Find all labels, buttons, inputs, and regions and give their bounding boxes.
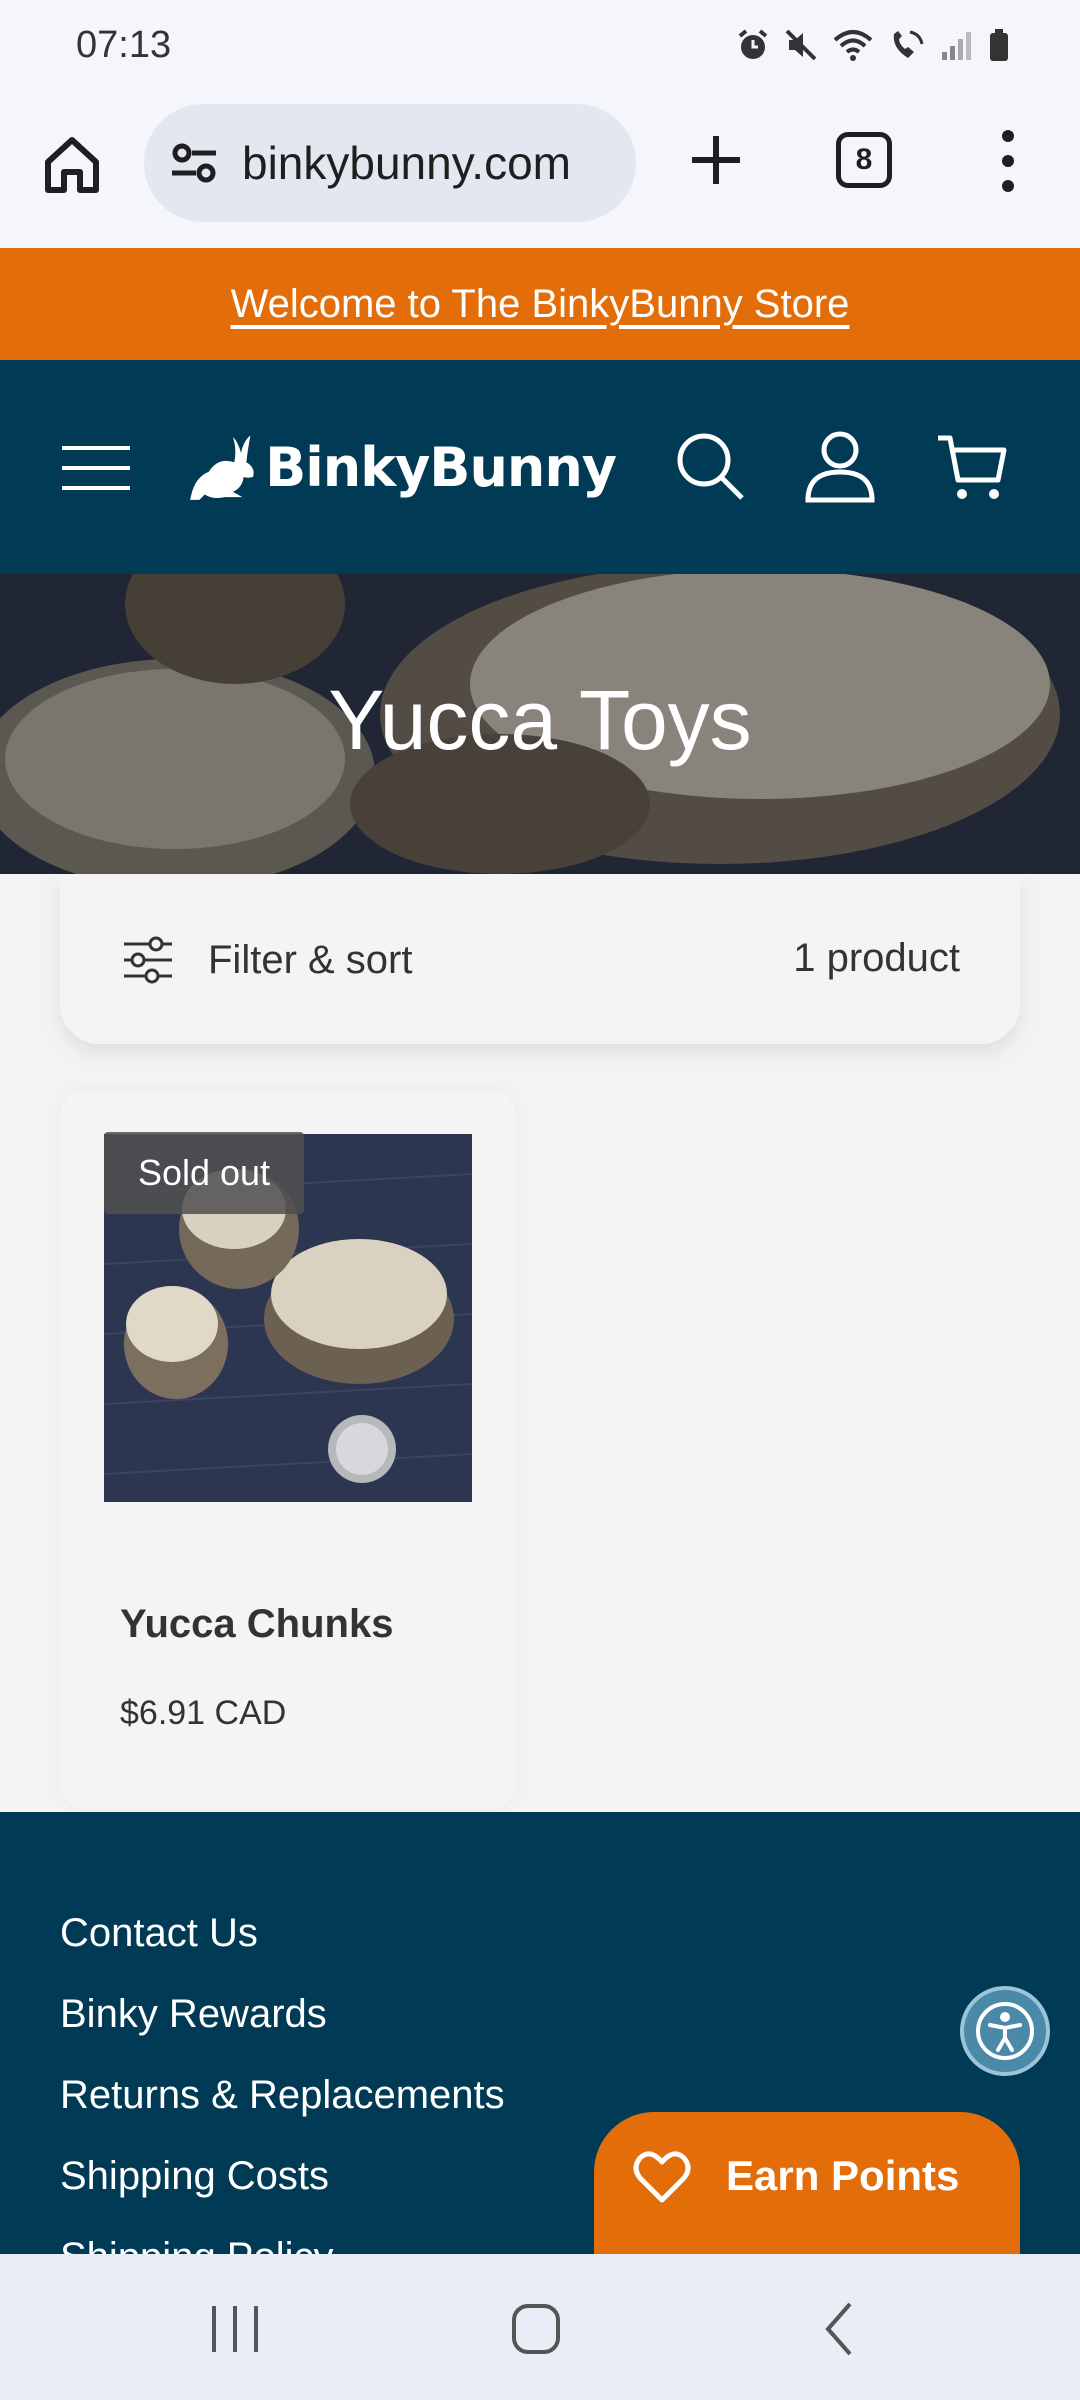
bunny-logo-icon [190, 435, 254, 500]
announcement-link[interactable]: Welcome to The BinkyBunny Store [231, 282, 850, 327]
product-count: 1 product [793, 936, 960, 980]
product-card[interactable]: Sold out Yucca Chunks $6.91 CAD [60, 1090, 516, 1810]
site-logo[interactable]: BinkyBunny [186, 412, 617, 522]
status-bar: 07:13 [0, 0, 1080, 96]
earn-points-button[interactable]: Earn Points [594, 2112, 1020, 2272]
filter-bar: Filter & sort 1 product [60, 874, 1020, 1044]
heart-icon [633, 2151, 691, 2203]
back-icon[interactable] [804, 2294, 874, 2364]
account-icon[interactable] [802, 428, 878, 504]
signal-icon [942, 32, 971, 60]
address-bar[interactable]: binkybunny.com [144, 104, 636, 222]
battery-icon [990, 29, 1008, 61]
sold-out-badge: Sold out [104, 1132, 304, 1214]
home-nav-icon[interactable] [500, 2294, 570, 2364]
page-title: Yucca Toys [328, 673, 752, 767]
filter-sort-label[interactable]: Filter & sort [208, 938, 412, 983]
more-options-icon[interactable] [988, 126, 1028, 196]
product-price: $6.91 CAD [120, 1694, 287, 1732]
filter-sort-button[interactable]: Filter & sort [122, 930, 412, 990]
wifi-calling-icon [893, 30, 924, 58]
collection-hero: Yucca Toys [0, 574, 1080, 874]
footer-link-shipping-policy[interactable]: Shipping Policy [60, 2232, 505, 2254]
accessibility-icon [976, 2002, 1034, 2060]
alarm-icon [738, 29, 768, 59]
url-text[interactable]: binkybunny.com [242, 136, 571, 190]
status-icons [736, 28, 1010, 62]
announcement-bar: Welcome to The BinkyBunny Store [0, 248, 1080, 360]
search-icon[interactable] [672, 428, 748, 504]
system-nav-bar [0, 2254, 1080, 2400]
new-tab-icon[interactable] [684, 128, 748, 192]
accessibility-button[interactable] [960, 1986, 1050, 2076]
footer-link-rewards[interactable]: Binky Rewards [60, 1989, 505, 2070]
cart-icon[interactable] [934, 428, 1010, 504]
logo-text: BinkyBunny [265, 435, 617, 499]
filter-sliders-icon [124, 936, 172, 984]
footer-links: Contact Us Binky Rewards Returns & Repla… [60, 1908, 505, 2254]
footer-link-returns[interactable]: Returns & Replacements [60, 2070, 505, 2151]
wifi-icon [833, 30, 873, 61]
home-icon[interactable] [40, 132, 104, 196]
earn-points-label[interactable]: Earn Points [726, 2152, 959, 2200]
browser-toolbar: binkybunny.com 8 [0, 96, 1080, 248]
footer-link-shipping-costs[interactable]: Shipping Costs [60, 2151, 505, 2232]
site-header: BinkyBunny [0, 360, 1080, 574]
status-time: 07:13 [76, 24, 172, 66]
mute-icon [785, 29, 817, 61]
recent-apps-icon[interactable] [200, 2294, 270, 2364]
tab-switcher-button[interactable]: 8 [836, 132, 892, 188]
product-title[interactable]: Yucca Chunks [120, 1602, 393, 1647]
site-info-icon[interactable] [166, 135, 222, 191]
menu-icon[interactable] [60, 444, 132, 492]
footer-link-contact[interactable]: Contact Us [60, 1908, 505, 1989]
